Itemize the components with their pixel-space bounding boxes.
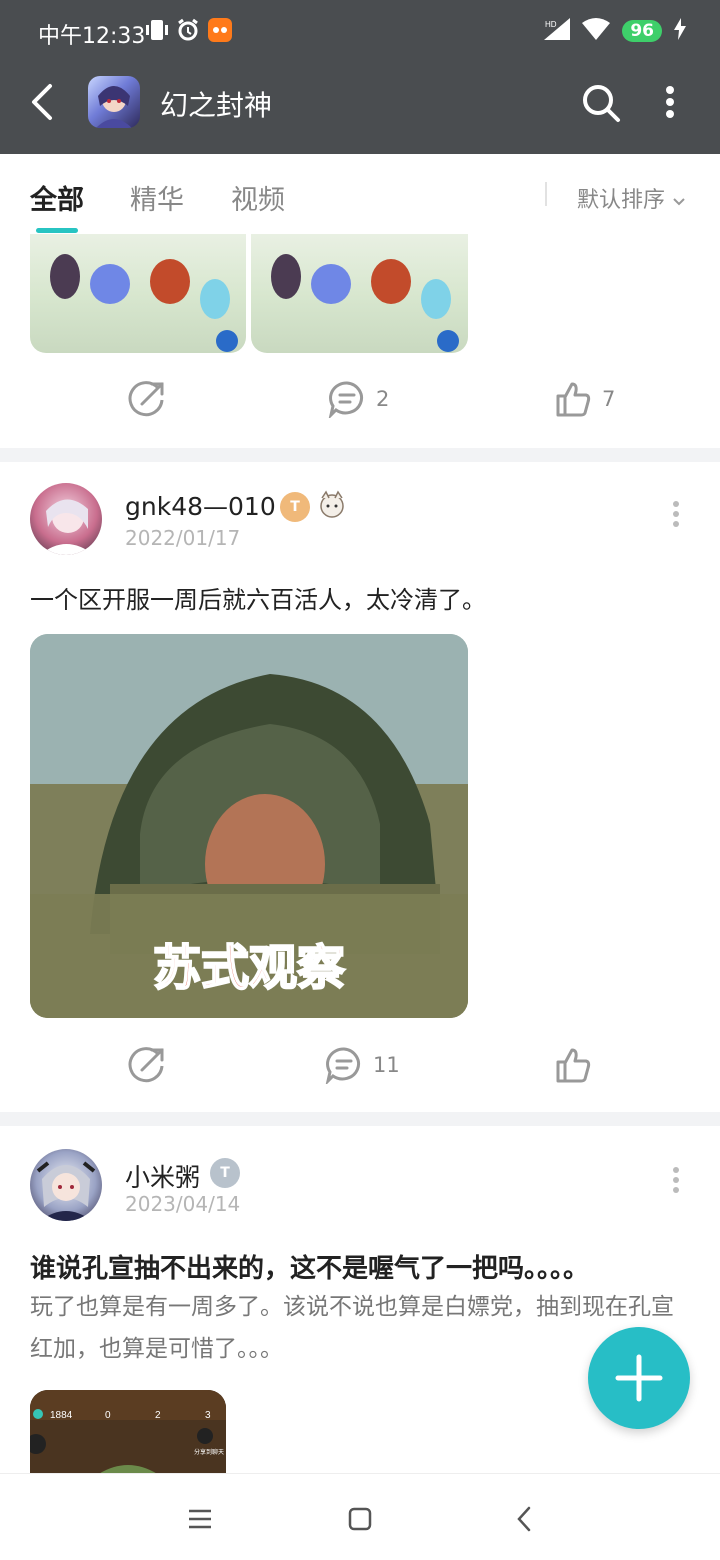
tab-bar: 全部 精华 视频 默认排序: [0, 154, 720, 234]
more-options-button[interactable]: [656, 82, 684, 124]
game-screenshot: [251, 234, 468, 353]
tab-all[interactable]: 全部: [30, 178, 84, 217]
share-icon: [128, 1047, 164, 1083]
svg-text:分享到聊天: 分享到聊天: [194, 1448, 224, 1456]
share-button[interactable]: [128, 380, 166, 418]
alarm-icon: [176, 18, 200, 46]
signal-icon: HD: [544, 18, 571, 44]
user-avatar[interactable]: [30, 483, 102, 555]
back-chevron-icon: [517, 1506, 531, 1532]
post-more-button[interactable]: [668, 500, 684, 528]
comment-button[interactable]: 2: [328, 380, 389, 418]
post-date: 2022/01/17: [125, 526, 241, 550]
status-icons: [146, 18, 232, 46]
comment-icon: [328, 381, 363, 418]
game-screenshot: [30, 234, 246, 353]
post-image[interactable]: 1884 0 2 3 分享到聊天: [30, 1390, 226, 1474]
svg-text:1884: 1884: [50, 1410, 73, 1421]
status-bar: 中午12:33 HD 96: [0, 0, 720, 62]
post-body[interactable]: 玩了也算是有一周多了。该说不说也算是白嫖党，抽到现在孔宣红加，也算是可惜了。。。: [30, 1286, 680, 1370]
more-vertical-icon: [673, 1167, 679, 1193]
comment-button[interactable]: 11: [325, 1046, 400, 1084]
post-author-row: gnk48—010 T 2022/01/17: [0, 480, 720, 570]
post-image[interactable]: [30, 234, 246, 353]
post-feed[interactable]: 2 7 gnk48—010 T 2022/01/17 一个区开服一周后就六百活人…: [0, 234, 720, 1474]
battery-level: 96: [622, 20, 662, 42]
like-button[interactable]: [554, 1046, 592, 1084]
comment-count: 11: [373, 1053, 400, 1077]
meme-caption: 苏式观察: [153, 940, 345, 996]
pet-badge-icon: [316, 488, 348, 520]
like-count: 7: [602, 387, 616, 411]
share-button[interactable]: [128, 1046, 166, 1084]
charging-icon: [674, 18, 686, 44]
home-square-icon: [348, 1507, 372, 1531]
vibrate-icon: [146, 18, 168, 46]
post-image[interactable]: 苏式观察: [30, 634, 468, 1018]
username[interactable]: gnk48—010: [125, 492, 276, 521]
app-header: 幻之封神: [0, 62, 720, 154]
thumbs-up-icon: [556, 382, 591, 417]
post-date: 2023/04/14: [125, 1192, 241, 1216]
more-vertical-icon: [666, 86, 674, 118]
community-avatar: [88, 76, 140, 128]
svg-text:0: 0: [105, 1410, 111, 1421]
status-time: 中午12:33: [38, 24, 146, 49]
svg-text:2: 2: [155, 1410, 161, 1421]
sort-dropdown[interactable]: 默认排序: [577, 182, 686, 214]
plus-icon: [615, 1354, 663, 1402]
level-badge: T: [210, 1158, 240, 1188]
username[interactable]: 小米粥: [125, 1158, 200, 1194]
search-button[interactable]: [580, 82, 622, 124]
tab-divider: [545, 182, 547, 206]
tab-video[interactable]: 视频: [231, 178, 285, 217]
page-title: 幻之封神: [160, 89, 273, 122]
back-button[interactable]: [24, 82, 64, 122]
post-title[interactable]: 谁说孔宣抽不出来的，这不是喔气了一把吗。。。。: [30, 1248, 690, 1285]
game-screenshot: 1884 0 2 3 分享到聊天: [30, 1390, 226, 1474]
user-avatar[interactable]: [30, 1149, 102, 1221]
meme-image: 苏式观察: [30, 634, 468, 1018]
like-button[interactable]: 7: [554, 380, 615, 418]
level-badge: T: [280, 492, 310, 522]
post-image[interactable]: [251, 234, 468, 353]
comment-icon: [325, 1047, 360, 1084]
recent-apps-button[interactable]: [185, 1504, 215, 1534]
tab-featured[interactable]: 精华: [130, 178, 184, 217]
menu-icon: [189, 1509, 211, 1529]
post-actions: 2 7: [0, 366, 720, 436]
home-button[interactable]: [345, 1504, 375, 1534]
post-actions: 11: [0, 1032, 720, 1102]
post-separator: [0, 448, 720, 462]
post-text[interactable]: 一个区开服一周后就六百活人，太冷清了。: [30, 580, 690, 615]
svg-text:HD: HD: [545, 20, 557, 29]
share-icon: [128, 381, 164, 417]
system-nav-bar: [0, 1473, 720, 1560]
create-post-button[interactable]: [588, 1327, 690, 1429]
app-notification-icon: [208, 18, 232, 46]
system-back-button[interactable]: [510, 1504, 540, 1534]
sort-label: 默认排序: [577, 188, 666, 213]
chevron-down-icon: [673, 198, 685, 206]
tab-active-indicator: [36, 228, 78, 233]
comment-count: 2: [376, 387, 390, 411]
post-more-button[interactable]: [668, 1166, 684, 1194]
post-author-row: 小米粥 T 2023/04/14: [0, 1146, 720, 1236]
thumbs-up-icon: [556, 1048, 591, 1083]
wifi-icon: [582, 18, 611, 44]
search-icon: [583, 85, 620, 122]
more-vertical-icon: [673, 501, 679, 527]
back-arrow-icon: [32, 84, 52, 120]
post-separator: [0, 1112, 720, 1126]
status-right: HD 96: [544, 18, 686, 44]
svg-text:3: 3: [205, 1410, 211, 1421]
